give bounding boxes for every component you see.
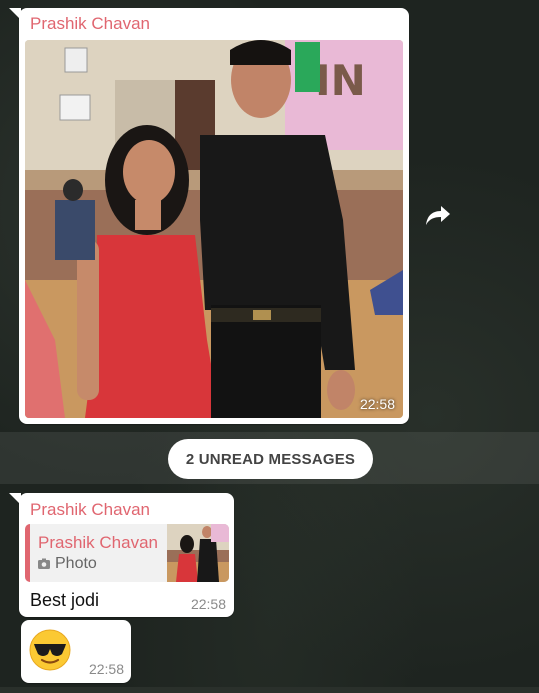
forward-icon[interactable] [420, 198, 456, 234]
input-bar-edge [0, 687, 539, 693]
bubble-tail [9, 493, 21, 505]
svg-text:IN: IN [315, 56, 366, 105]
message-time: 22:58 [88, 661, 124, 677]
photo-image: IN [25, 40, 403, 418]
camera-icon [38, 558, 50, 569]
sender-name: Prashik Chavan [30, 500, 151, 519]
photo-message-bubble[interactable]: Prashik Chavan IN 22:58 [9, 8, 409, 424]
shared-photo[interactable]: IN 22:58 [25, 40, 403, 418]
message-time: 22:58 [190, 596, 226, 612]
quoted-sender-name: Prashik Chavan [38, 533, 159, 552]
sender-name: Prashik Chavan [30, 14, 151, 33]
quoted-photo-thumbnail [167, 524, 229, 582]
message-time: 22:58 [359, 396, 395, 412]
message-text: Best jodi [30, 590, 100, 610]
emoji-message-bubble[interactable]: 22:58 [21, 620, 131, 683]
quoted-message[interactable]: Prashik Chavan Photo [25, 524, 229, 582]
quote-accent-bar [25, 524, 30, 582]
reply-message-bubble[interactable]: Prashik Chavan Prashik Chavan Photo Best… [9, 493, 234, 617]
quoted-type-label: Photo [55, 555, 97, 572]
unread-messages-badge: 2 UNREAD MESSAGES [168, 439, 373, 479]
bubble-tail [9, 8, 21, 20]
quoted-type: Photo [38, 555, 97, 573]
sunglasses-emoji [29, 629, 71, 671]
